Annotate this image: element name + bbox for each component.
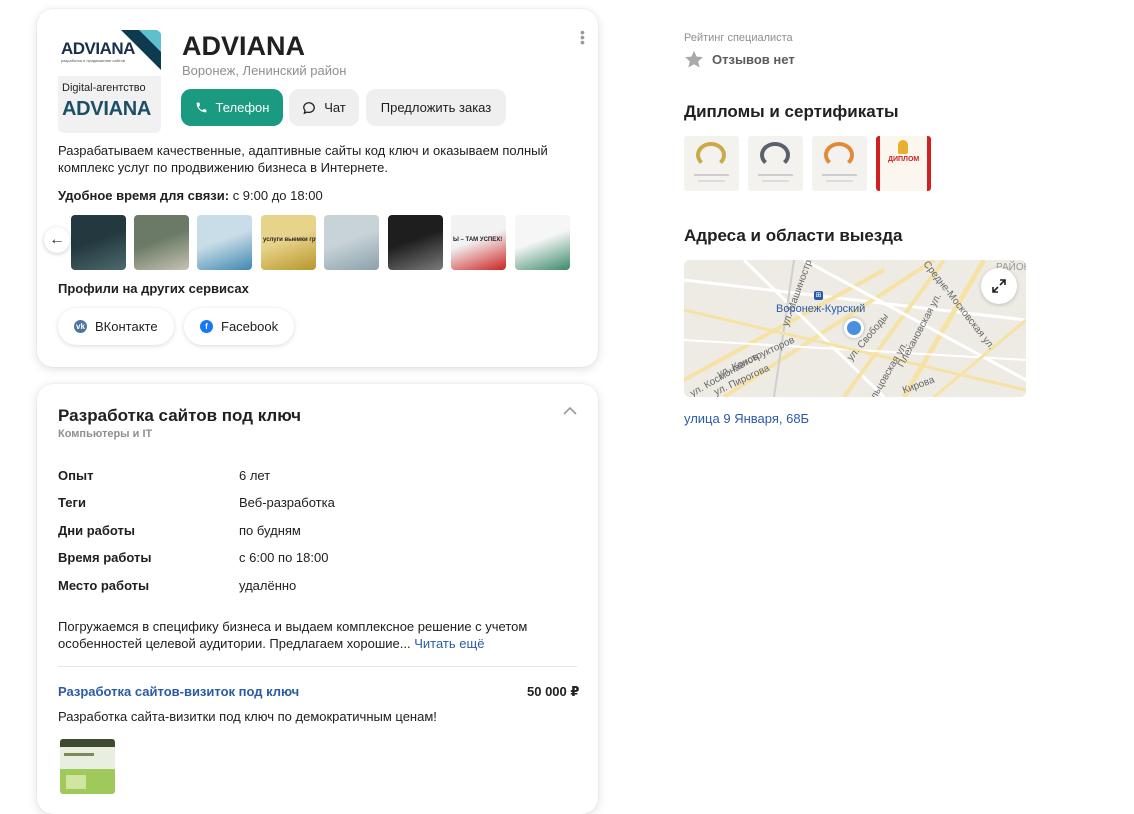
detail-value: по будням xyxy=(239,523,301,538)
contact-time-value: с 9:00 до 18:00 xyxy=(232,188,323,203)
facebook-profile-link[interactable]: f Facebook xyxy=(184,308,295,345)
trophy-icon xyxy=(898,140,908,154)
read-more-link[interactable]: Читать ещё xyxy=(414,636,484,651)
detail-key: Опыт xyxy=(58,468,94,483)
divider xyxy=(58,666,577,667)
detail-value: с 6:00 по 18:00 xyxy=(239,550,329,565)
chat-icon xyxy=(303,101,316,114)
rating-value-text: Отзывов нет xyxy=(712,52,795,67)
star-icon xyxy=(685,50,703,68)
portfolio-thumb[interactable]: услуги выемки грунта xyxy=(261,215,316,270)
certificate-label: ДИПЛОМ xyxy=(888,156,920,163)
service-card: Разработка сайтов под ключ Компьютеры и … xyxy=(37,384,598,814)
certificate-thumb[interactable] xyxy=(748,136,803,191)
detail-value: удалённо xyxy=(239,578,297,593)
service-category: Компьютеры и IT xyxy=(58,428,153,440)
map[interactable]: ⊞ Воронеж-Курский ул. Конструкторов ул. … xyxy=(684,260,1026,397)
offer-title-link[interactable]: Разработка сайтов-визиток под ключ xyxy=(58,684,299,699)
chevron-up-icon[interactable] xyxy=(563,404,577,419)
detail-key: Время работы xyxy=(58,550,152,565)
logo-brand-subtitle: разработка и продвижение сайтов xyxy=(61,58,125,63)
portfolio-thumb-caption: Ы – ТАМ УСПЕХ! xyxy=(453,237,503,243)
rating-label: Рейтинг специалиста xyxy=(684,32,793,44)
company-name: ADVIANA xyxy=(182,31,306,61)
certificate-seal-icon xyxy=(824,142,854,168)
phone-icon xyxy=(196,102,206,113)
logo-brand-bottom: ADVIANA xyxy=(62,98,152,120)
certificate-seal-icon xyxy=(696,142,726,168)
vk-profile-link[interactable]: vk ВКонтакте xyxy=(58,308,174,345)
detail-key: Место работы xyxy=(58,578,150,593)
detail-value: 6 лет xyxy=(239,468,271,483)
phone-button-label: Телефон xyxy=(215,100,270,115)
portfolio-thumb[interactable]: Ы – ТАМ УСПЕХ! xyxy=(451,215,506,270)
kebab-icon[interactable]: • • • xyxy=(580,25,585,49)
service-title: Разработка сайтов под ключ xyxy=(58,406,301,425)
map-expand-button[interactable] xyxy=(981,268,1017,304)
vk-icon: vk xyxy=(74,320,87,333)
portfolio-thumb[interactable] xyxy=(515,215,570,270)
phone-button[interactable]: Телефон xyxy=(181,89,283,126)
certificate-thumb[interactable] xyxy=(812,136,867,191)
portfolio-thumb[interactable] xyxy=(388,215,443,270)
detail-key: Теги xyxy=(58,495,86,510)
service-text: Погружаемся в специфику бизнеса и выдаем… xyxy=(58,618,558,652)
chat-button[interactable]: Чат xyxy=(289,89,359,126)
rating-value: Отзывов нет xyxy=(684,50,795,69)
profile-card: ADVIANA разработка и продвижение сайтов … xyxy=(37,9,598,367)
facebook-profile-label: Facebook xyxy=(221,319,279,334)
offer-price: 50 000 ₽ xyxy=(527,684,580,699)
offer-order-button[interactable]: Предложить заказ xyxy=(366,89,506,126)
diplomas-title: Дипломы и сертификаты xyxy=(684,102,899,121)
detail-key: Дни работы xyxy=(58,523,136,538)
detail-value: Веб-разработка xyxy=(239,495,335,510)
offer-image[interactable] xyxy=(60,739,115,794)
certificate-thumb[interactable]: ДИПЛОМ xyxy=(876,136,931,191)
portfolio-thumb[interactable] xyxy=(134,215,189,270)
portfolio-thumb-caption: услуги выемки грунта xyxy=(263,237,316,243)
expand-icon xyxy=(992,279,1006,293)
facebook-icon: f xyxy=(200,320,213,333)
company-logo: ADVIANA разработка и продвижение сайтов … xyxy=(58,30,161,133)
other-profiles-title: Профили на других сервисах xyxy=(58,281,249,296)
logo-tagline: Digital-агентство xyxy=(62,82,146,94)
arrow-left-icon: ← xyxy=(49,231,65,248)
company-location: Воронеж, Ленинский район xyxy=(182,63,347,78)
contact-time: Удобное время для связи: с 9:00 до 18:00 xyxy=(58,188,323,203)
company-description: Разрабатываем качественные, адаптивные с… xyxy=(58,143,548,175)
portfolio-thumb[interactable] xyxy=(197,215,252,270)
certificate-seal-icon xyxy=(760,142,790,168)
addresses-title: Адреса и области выезда xyxy=(684,226,903,245)
offer-order-button-label: Предложить заказ xyxy=(380,100,492,115)
offer-description: Разработка сайта-визитки под ключ по дем… xyxy=(58,709,437,724)
gallery-prev-button[interactable]: ← xyxy=(44,227,70,253)
portfolio-thumb[interactable] xyxy=(71,215,126,270)
map-station-icon: ⊞ xyxy=(814,291,823,300)
certificate-thumb[interactable] xyxy=(684,136,739,191)
map-pin-icon xyxy=(844,318,864,338)
contact-time-label: Удобное время для связи: xyxy=(58,188,230,203)
address-link[interactable]: улица 9 Января, 68Б xyxy=(684,411,809,426)
portfolio-thumb[interactable] xyxy=(324,215,379,270)
vk-profile-label: ВКонтакте xyxy=(95,319,158,334)
chat-button-label: Чат xyxy=(324,100,346,115)
